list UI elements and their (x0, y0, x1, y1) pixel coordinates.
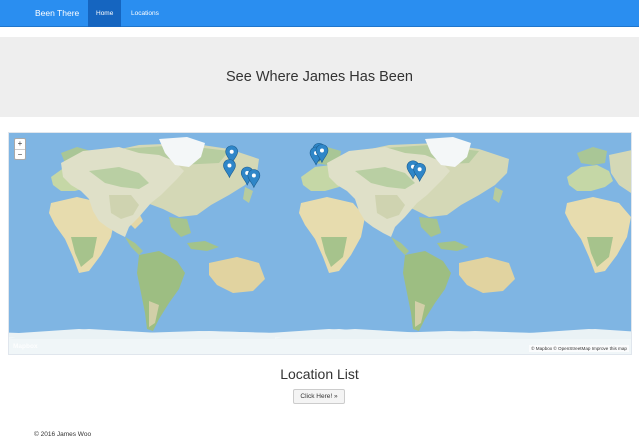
marker-center-dot (227, 163, 232, 168)
map-attribution[interactable]: © Mapbox © OpenStreetMap Improve this ma… (529, 345, 629, 352)
brand-link[interactable]: Been There (35, 8, 79, 18)
zoom-out-button[interactable]: − (15, 149, 25, 159)
location-list-title: Location List (280, 366, 359, 382)
map-tiles (9, 137, 631, 354)
jumbotron: See Where James Has Been (0, 37, 639, 117)
nav-item-home[interactable]: Home (88, 0, 122, 27)
footer-copyright: © 2016 James Woo (34, 431, 92, 438)
click-here-button[interactable]: Click Here! » (293, 389, 345, 404)
mapbox-logo[interactable]: Mapbox (13, 343, 38, 350)
marker-center-dot (229, 149, 234, 154)
nav-item-locations[interactable]: Locations (123, 0, 167, 27)
location-marker-icon[interactable] (247, 169, 261, 189)
zoom-control: + − (14, 138, 26, 160)
marker-center-dot (319, 148, 324, 153)
marker-center-dot (417, 167, 422, 172)
marker-center-dot (251, 173, 256, 178)
zoom-in-button[interactable]: + (15, 139, 25, 149)
world-map[interactable]: + − Mapbox © Mapbox © OpenStreetMap Impr… (8, 132, 632, 355)
page-title: See Where James Has Been (226, 69, 413, 85)
navbar: Been There Home Locations (0, 0, 639, 27)
